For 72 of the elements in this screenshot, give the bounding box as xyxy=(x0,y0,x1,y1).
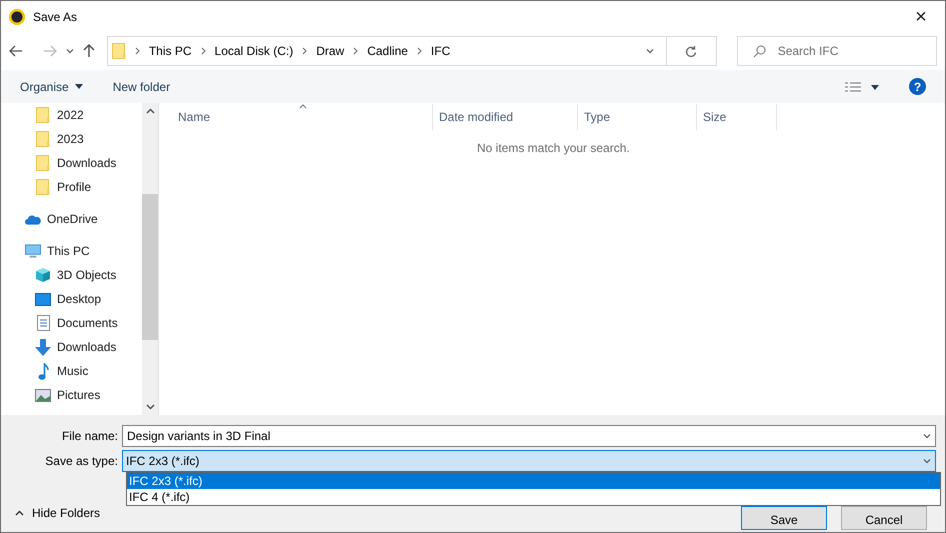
hide-folders-button[interactable]: Hide Folders xyxy=(15,504,100,522)
breadcrumb-item[interactable]: Local Disk (C:) xyxy=(214,42,294,60)
music-note-icon xyxy=(38,362,48,380)
pictures-icon xyxy=(35,388,51,402)
back-arrow-icon[interactable] xyxy=(9,45,23,57)
breadcrumb-item[interactable]: Draw xyxy=(316,42,344,60)
column-header[interactable]: Size xyxy=(697,104,777,130)
app-logo-icon xyxy=(9,8,25,24)
dropdown-option[interactable]: IFC 2x3 (*.ifc) xyxy=(127,473,940,489)
recent-locations-icon xyxy=(64,46,75,56)
up-arrow-icon[interactable] xyxy=(82,44,95,58)
column-header[interactable]: Name xyxy=(159,104,433,130)
sidebar-item[interactable]: 2023 xyxy=(1,127,142,151)
sidebar-item[interactable]: OneDrive xyxy=(1,207,142,231)
dropdown-chevron-icon xyxy=(922,431,932,441)
dropdown-option[interactable]: IFC 4 (*.ifc) xyxy=(127,489,940,505)
breadcrumb-item[interactable]: Cadline xyxy=(367,42,408,60)
sidebar-item[interactable]: Desktop xyxy=(1,287,142,311)
monitor-icon xyxy=(25,244,41,258)
chevron-right-icon xyxy=(134,47,140,55)
column-header[interactable]: Date modified xyxy=(433,104,578,130)
folder-icon xyxy=(112,43,126,59)
address-bar[interactable]: This PC Local Disk (C:) Draw Cadline IFC xyxy=(106,36,717,66)
caret-down-icon xyxy=(74,84,83,89)
close-button[interactable]: × xyxy=(905,4,937,28)
sidebar-item[interactable]: Documents xyxy=(1,311,142,335)
view-options-icon[interactable] xyxy=(845,82,879,92)
folder-icon xyxy=(36,131,50,147)
cube-icon xyxy=(35,267,51,283)
desktop-icon xyxy=(35,292,51,306)
scroll-down-icon[interactable] xyxy=(146,404,154,410)
sidebar-item[interactable]: Profile xyxy=(1,175,142,199)
breadcrumb-item[interactable]: This PC xyxy=(148,42,192,60)
document-icon xyxy=(36,315,50,331)
down-arrow-icon xyxy=(35,338,51,356)
sidebar-item[interactable]: 3D Objects xyxy=(1,263,142,287)
chevron-right-icon xyxy=(200,47,206,55)
chevron-right-icon xyxy=(302,47,308,55)
window-title: Save As xyxy=(33,8,78,26)
save-button[interactable]: Save xyxy=(741,506,827,530)
new-folder-button[interactable]: New folder xyxy=(112,78,170,96)
file-name-label: File name: xyxy=(60,428,119,445)
dropdown-chevron-icon xyxy=(922,456,932,466)
save-as-type-label: Save as type: xyxy=(44,453,119,470)
search-icon xyxy=(752,45,766,58)
cloud-icon xyxy=(25,214,41,224)
column-header[interactable]: Type xyxy=(578,104,697,130)
chevron-right-icon xyxy=(353,47,358,55)
sidebar-item[interactable]: Downloads xyxy=(1,335,142,359)
sidebar-item[interactable]: This PC xyxy=(1,239,142,263)
refresh-icon[interactable] xyxy=(685,44,698,58)
sidebar-item[interactable]: 2022 xyxy=(1,103,142,127)
sidebar-item[interactable]: Music xyxy=(1,359,142,383)
folder-icon xyxy=(36,107,50,123)
empty-message: No items match your search. xyxy=(477,140,630,157)
chevron-up-icon xyxy=(15,510,24,516)
sidebar-item[interactable]: Downloads xyxy=(1,151,142,175)
dropdown-chevron-icon xyxy=(644,46,655,56)
chevron-right-icon xyxy=(416,47,422,55)
help-button[interactable]: ? xyxy=(909,78,926,95)
breadcrumb-item[interactable]: IFC xyxy=(430,42,450,60)
sidebar-item[interactable]: Pictures xyxy=(1,383,142,407)
save-as-type-dropdown[interactable]: IFC 2x3 (*.ifc) xyxy=(122,450,936,472)
organise-button[interactable]: Organise xyxy=(20,78,83,96)
file-name-field[interactable]: Design variants in 3D Final xyxy=(122,425,936,447)
cancel-button[interactable]: Cancel xyxy=(841,506,927,530)
folder-icon xyxy=(36,155,50,171)
scrollbar[interactable] xyxy=(142,103,158,415)
folder-icon xyxy=(36,179,50,195)
sort-caret-icon xyxy=(299,104,307,109)
search-field[interactable]: Search IFC xyxy=(736,36,937,66)
scroll-up-icon[interactable] xyxy=(146,108,154,114)
